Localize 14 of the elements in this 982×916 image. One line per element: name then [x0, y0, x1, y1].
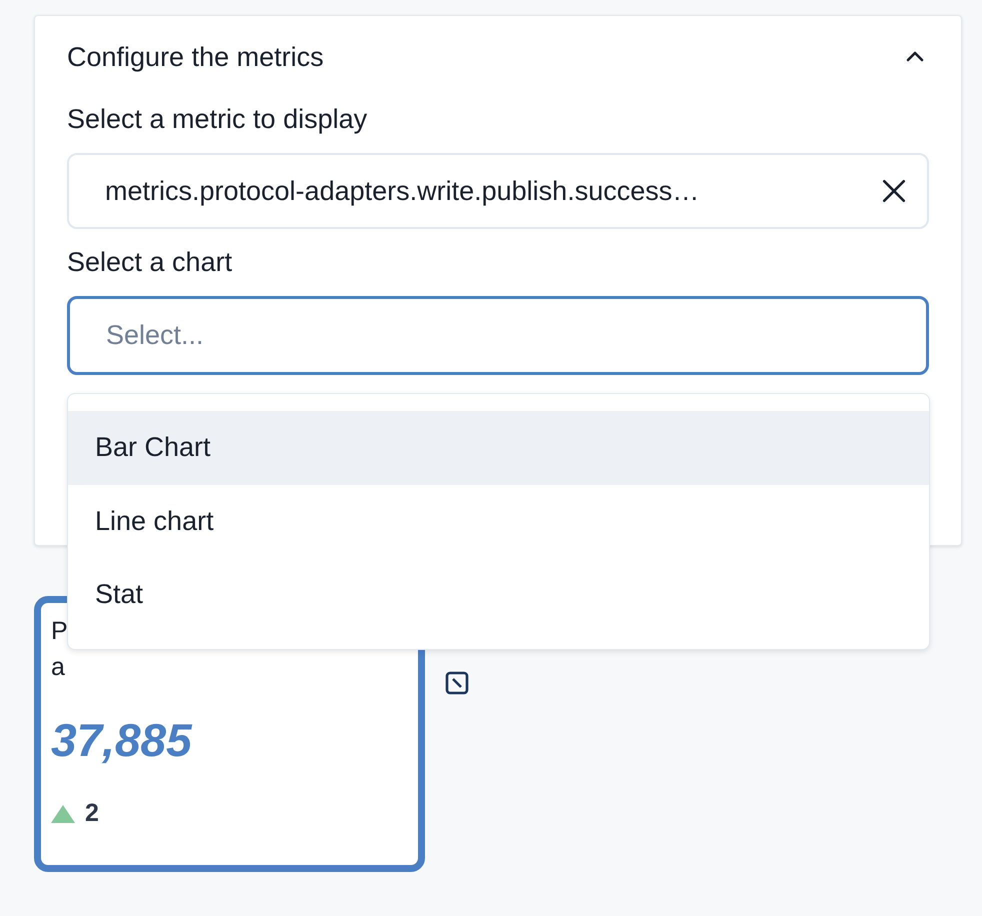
menu-option[interactable]: Stat: [68, 558, 929, 632]
field-label: Select a chart: [67, 247, 234, 278]
menu-option[interactable]: Bar Chart: [68, 411, 929, 484]
edit-icon[interactable]: [445, 671, 469, 695]
close-icon[interactable]: [881, 178, 907, 204]
field-label: Select a metric to display: [67, 104, 368, 135]
stat-change: 2: [85, 799, 99, 828]
stat-value: 37,885: [51, 713, 194, 767]
selected-value: metrics.protocol-adapters.write.publish.success…: [105, 176, 700, 206]
panel-title: Configure the metrics: [67, 42, 324, 72]
card-title: a: [51, 652, 66, 683]
metric-select[interactable]: metrics.protocol-adapters.write.publish.success…: [67, 153, 929, 229]
card-title: P: [51, 616, 69, 647]
menu-option[interactable]: Line chart: [68, 484, 929, 558]
